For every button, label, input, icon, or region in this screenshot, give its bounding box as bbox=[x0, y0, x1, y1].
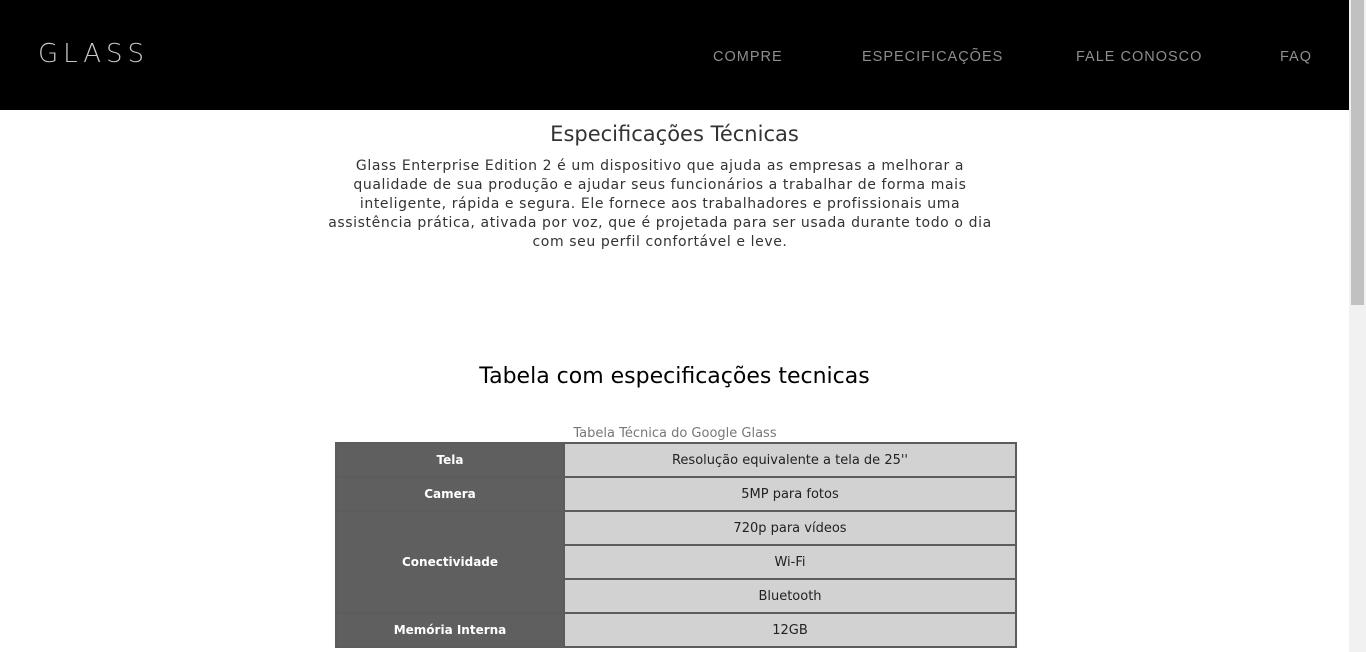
spec-table: Tela Resolução equivalente a tela de 25''… bbox=[335, 442, 1017, 648]
spec-label-cell: Tela bbox=[335, 442, 565, 478]
spec-value-cell: Resolução equivalente a tela de 25'' bbox=[563, 442, 1017, 478]
nav-link-faq[interactable]: FAQ bbox=[1280, 48, 1312, 66]
spec-value-cell: 5MP para fotos bbox=[563, 476, 1017, 512]
scrollbar-thumb[interactable] bbox=[1351, 0, 1364, 305]
table-row: Tela Resolução equivalente a tela de 25'' bbox=[335, 442, 1017, 478]
spec-table-body: Tela Resolução equivalente a tela de 25''… bbox=[335, 442, 1017, 648]
nav-link-fale-conosco[interactable]: FALE CONOSCO bbox=[1076, 48, 1202, 66]
page-scrollbar[interactable] bbox=[1349, 0, 1366, 652]
page-description: Glass Enterprise Edition 2 é um disposit… bbox=[328, 158, 992, 250]
spec-value-cell: 720p para vídeos bbox=[563, 510, 1017, 546]
table-row: Memória Interna 12GB bbox=[335, 612, 1017, 648]
spec-label-cell: Memória Interna bbox=[335, 612, 565, 648]
spec-value-cell: 12GB bbox=[563, 612, 1017, 648]
table-caption: Tabela Técnica do Google Glass bbox=[573, 426, 777, 441]
spec-value-cell: Bluetooth bbox=[563, 578, 1017, 614]
table-row: Camera 5MP para fotos bbox=[335, 476, 1017, 512]
page-title: Especificações Técnicas bbox=[550, 122, 799, 146]
nav-link-compre[interactable]: COMPRE bbox=[713, 48, 783, 66]
site-header: GLASS COMPRE ESPECIFICAÇÕES FALE CONOSCO… bbox=[0, 0, 1349, 110]
spec-value-cell: Wi-Fi bbox=[563, 544, 1017, 580]
spec-label-cell: Conectividade bbox=[335, 510, 565, 614]
spec-label-cell: Camera bbox=[335, 476, 565, 512]
table-heading: Tabela com especificações tecnicas bbox=[479, 364, 870, 389]
glass-logo[interactable]: GLASS bbox=[38, 39, 149, 69]
table-row: Conectividade 720p para vídeos bbox=[335, 510, 1017, 614]
nav-link-especificacoes[interactable]: ESPECIFICAÇÕES bbox=[862, 48, 1003, 66]
